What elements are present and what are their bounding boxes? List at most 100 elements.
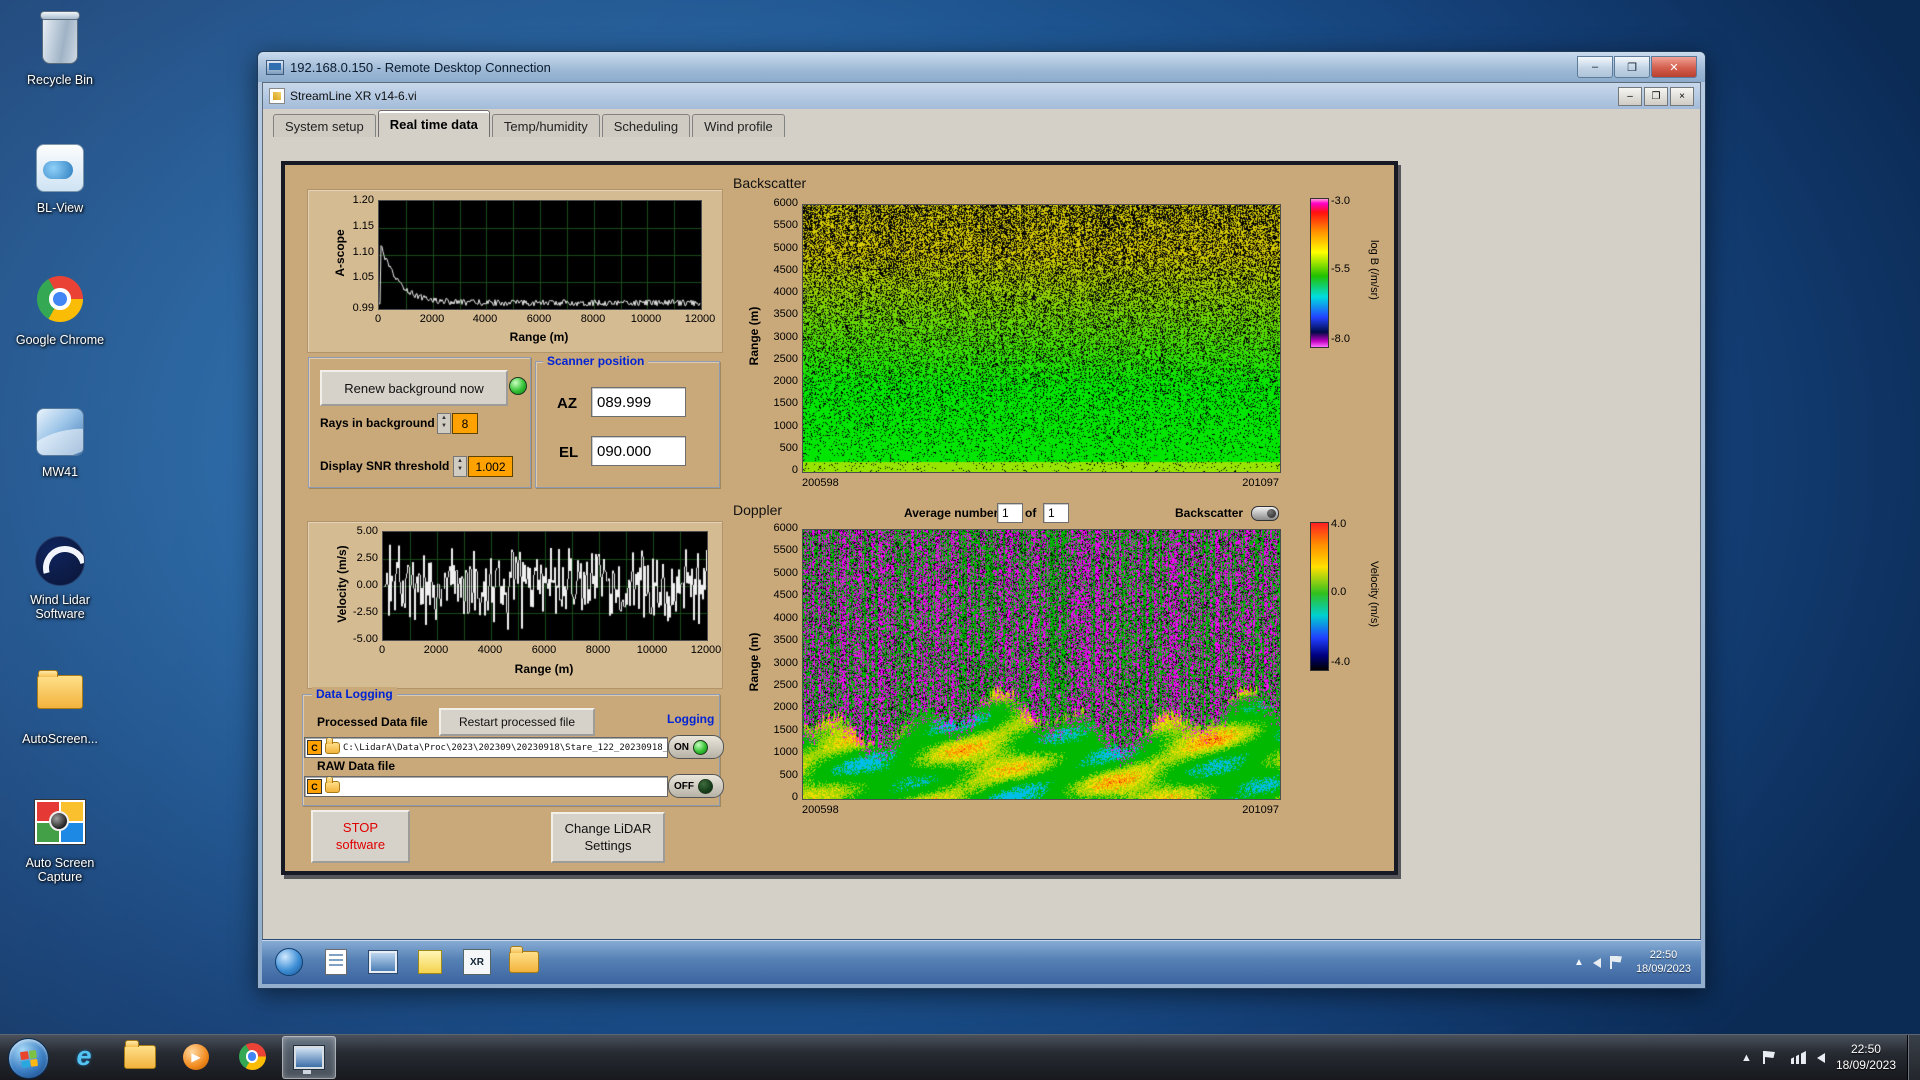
remote-clock[interactable]: 22:50 18/09/2023 <box>1636 948 1691 977</box>
app-titlebar[interactable]: StreamLine XR v14-6.vi – ❐ × <box>263 83 1700 110</box>
tray-action-center-icon[interactable] <box>1762 1051 1780 1064</box>
processed-logging-toggle[interactable]: ON <box>668 735 724 759</box>
rays-in-background-label: Rays in background <box>320 416 435 430</box>
remote-taskbar-notes-icon[interactable] <box>413 947 447 977</box>
taskbar-explorer-button[interactable] <box>114 1036 166 1077</box>
desktop-icon-bl-view[interactable]: BL-View <box>10 140 110 215</box>
remote-taskbar-monitor-icon[interactable] <box>366 947 400 977</box>
backscatter-toggle-label: Backscatter <box>1175 506 1244 520</box>
time-axis-start: 200598 <box>802 804 839 816</box>
colorbar-tick: -3.0 <box>1331 195 1350 207</box>
drive-letter-badge: C <box>307 740 322 755</box>
average-count-field[interactable]: 1 <box>1043 503 1069 523</box>
y-tick-label: 2000 <box>773 375 798 387</box>
az-value-field[interactable]: 089.999 <box>591 387 686 417</box>
desktop-icon-recycle-bin[interactable]: Recycle Bin <box>10 11 110 87</box>
raw-data-file-field[interactable]: C <box>304 776 668 797</box>
desktop-icon-autoscreen[interactable]: AutoScreen... <box>10 663 110 746</box>
y-tick-label: 4000 <box>773 612 798 624</box>
change-button-line2: Settings <box>584 837 632 853</box>
browse-folder-icon[interactable] <box>325 738 340 754</box>
tray-network-icon[interactable] <box>1790 1051 1806 1064</box>
tab-temp-humidity[interactable]: Temp/humidity <box>491 114 600 137</box>
scanner-position-groupbox <box>535 361 720 488</box>
velocity-x-axis-label: Range (m) <box>514 662 574 676</box>
of-label: of <box>1025 506 1037 520</box>
desktop-icon-google-chrome[interactable]: Google Chrome <box>10 272 110 347</box>
snr-threshold-label: Display SNR threshold <box>320 459 450 473</box>
start-button[interactable] <box>8 1038 49 1079</box>
y-tick-label: 5.00 <box>356 525 378 537</box>
colorbar-tick: 4.0 <box>1331 518 1347 530</box>
desktop-icon-auto-screen-capture[interactable]: Auto Screen Capture <box>10 792 110 885</box>
processed-data-file-field[interactable]: C C:\LidarA\Data\Proc\2023\202309\202309… <box>304 737 668 758</box>
rdp-titlebar[interactable]: 192.168.0.150 - Remote Desktop Connectio… <box>258 52 1705 82</box>
tab-page-real-time-data: A-scope 1.20 1.15 1.10 1.05 0.99 0 2000 … <box>263 137 1700 939</box>
mw41-icon <box>33 408 87 462</box>
renew-background-button[interactable]: Renew background now <box>320 370 508 406</box>
processed-file-path: C:\LidarA\Data\Proc\2023\202309\20230918… <box>343 742 668 753</box>
y-tick-label: 500 <box>779 442 798 454</box>
remote-taskbar-streamline-xr-icon[interactable]: XR <box>460 947 494 977</box>
average-number-field[interactable]: 1 <box>997 503 1023 523</box>
tab-real-time-data[interactable]: Real time data <box>377 110 490 137</box>
doppler-y-axis-label: Range (m) <box>747 632 761 692</box>
taskbar-media-player-button[interactable]: ▶ <box>170 1036 222 1077</box>
remote-taskbar-browser-icon[interactable] <box>272 947 306 977</box>
az-label: AZ <box>557 395 577 412</box>
x-tick-label: 12000 <box>690 644 722 656</box>
tab-system-setup[interactable]: System setup <box>273 114 376 137</box>
time-axis-start: 200598 <box>802 477 839 489</box>
stop-software-button[interactable]: STOP software <box>311 810 410 863</box>
raw-logging-toggle[interactable]: OFF <box>668 774 724 798</box>
taskbar-chrome-button[interactable] <box>226 1036 278 1077</box>
colorbar-tick: -5.5 <box>1331 263 1350 275</box>
snr-value-box[interactable]: 1.002 <box>468 456 513 477</box>
rays-value-box[interactable]: 8 <box>452 413 478 434</box>
tab-scheduling[interactable]: Scheduling <box>601 114 691 137</box>
taskbar-internet-explorer-button[interactable]: e <box>58 1036 110 1077</box>
time-axis-end: 201097 <box>1242 804 1279 816</box>
app-window-title: StreamLine XR v14-6.vi <box>290 89 417 103</box>
backscatter-colorbar <box>1310 198 1329 348</box>
tray-volume-icon[interactable] <box>1816 1053 1825 1063</box>
desktop-icon-mw41[interactable]: MW41 <box>10 404 110 479</box>
remote-tray-expand-icon[interactable]: ▲ <box>1574 957 1584 968</box>
desktop-icon-label: Auto Screen Capture <box>25 856 95 885</box>
backscatter-toggle[interactable] <box>1251 506 1279 521</box>
tray-expand-icon[interactable]: ▲ <box>1741 1052 1752 1064</box>
velocity-plot <box>382 531 708 641</box>
rays-spinner[interactable]: ▲ ▼ <box>437 413 451 434</box>
doppler-colorbar-label: Velocity (m/s) <box>1368 560 1380 627</box>
remote-tray-flag-icon[interactable] <box>1609 955 1627 969</box>
app-close-button[interactable]: × <box>1670 86 1694 106</box>
restart-processed-file-button[interactable]: Restart processed file <box>439 708 595 736</box>
tab-wind-profile[interactable]: Wind profile <box>692 114 785 137</box>
remote-taskbar-explorer-icon[interactable] <box>507 946 541 977</box>
remote-taskbar-notepad-icon[interactable] <box>319 947 353 977</box>
app-restore-button[interactable]: ❐ <box>1644 86 1668 106</box>
y-tick-label: 6000 <box>773 522 798 534</box>
raw-data-file-label: RAW Data file <box>317 759 396 773</box>
change-lidar-settings-button[interactable]: Change LiDAR Settings <box>551 812 665 863</box>
y-tick-label: 6000 <box>773 197 798 209</box>
desktop: Recycle Bin BL-View Google Chrome MW41 W… <box>0 0 1920 1080</box>
show-desktop-button[interactable] <box>1907 1035 1920 1080</box>
snr-spinner[interactable]: ▲ ▼ <box>453 456 467 477</box>
x-tick-label: 10000 <box>636 644 668 656</box>
taskbar-rdp-button[interactable] <box>282 1036 336 1079</box>
remote-tray-volume-icon[interactable] <box>1592 957 1601 968</box>
rdp-close-button[interactable]: ✕ <box>1651 56 1697 78</box>
browse-folder-icon[interactable] <box>325 777 340 793</box>
el-value-field[interactable]: 090.000 <box>591 436 686 466</box>
rdp-maximize-button[interactable]: ❐ <box>1614 56 1650 78</box>
average-number-label: Average number <box>904 506 999 520</box>
desktop-icon-label: MW41 <box>41 465 79 479</box>
x-tick-label: 4000 <box>472 313 498 325</box>
rdp-minimize-button[interactable]: – <box>1577 56 1613 78</box>
taskbar-clock[interactable]: 22:50 18/09/2023 <box>1836 1042 1896 1073</box>
x-tick-label: 8000 <box>580 313 606 325</box>
app-minimize-button[interactable]: – <box>1618 86 1642 106</box>
y-tick-label: 1.10 <box>352 246 374 258</box>
desktop-icon-wind-lidar[interactable]: Wind Lidar Software <box>10 533 110 622</box>
